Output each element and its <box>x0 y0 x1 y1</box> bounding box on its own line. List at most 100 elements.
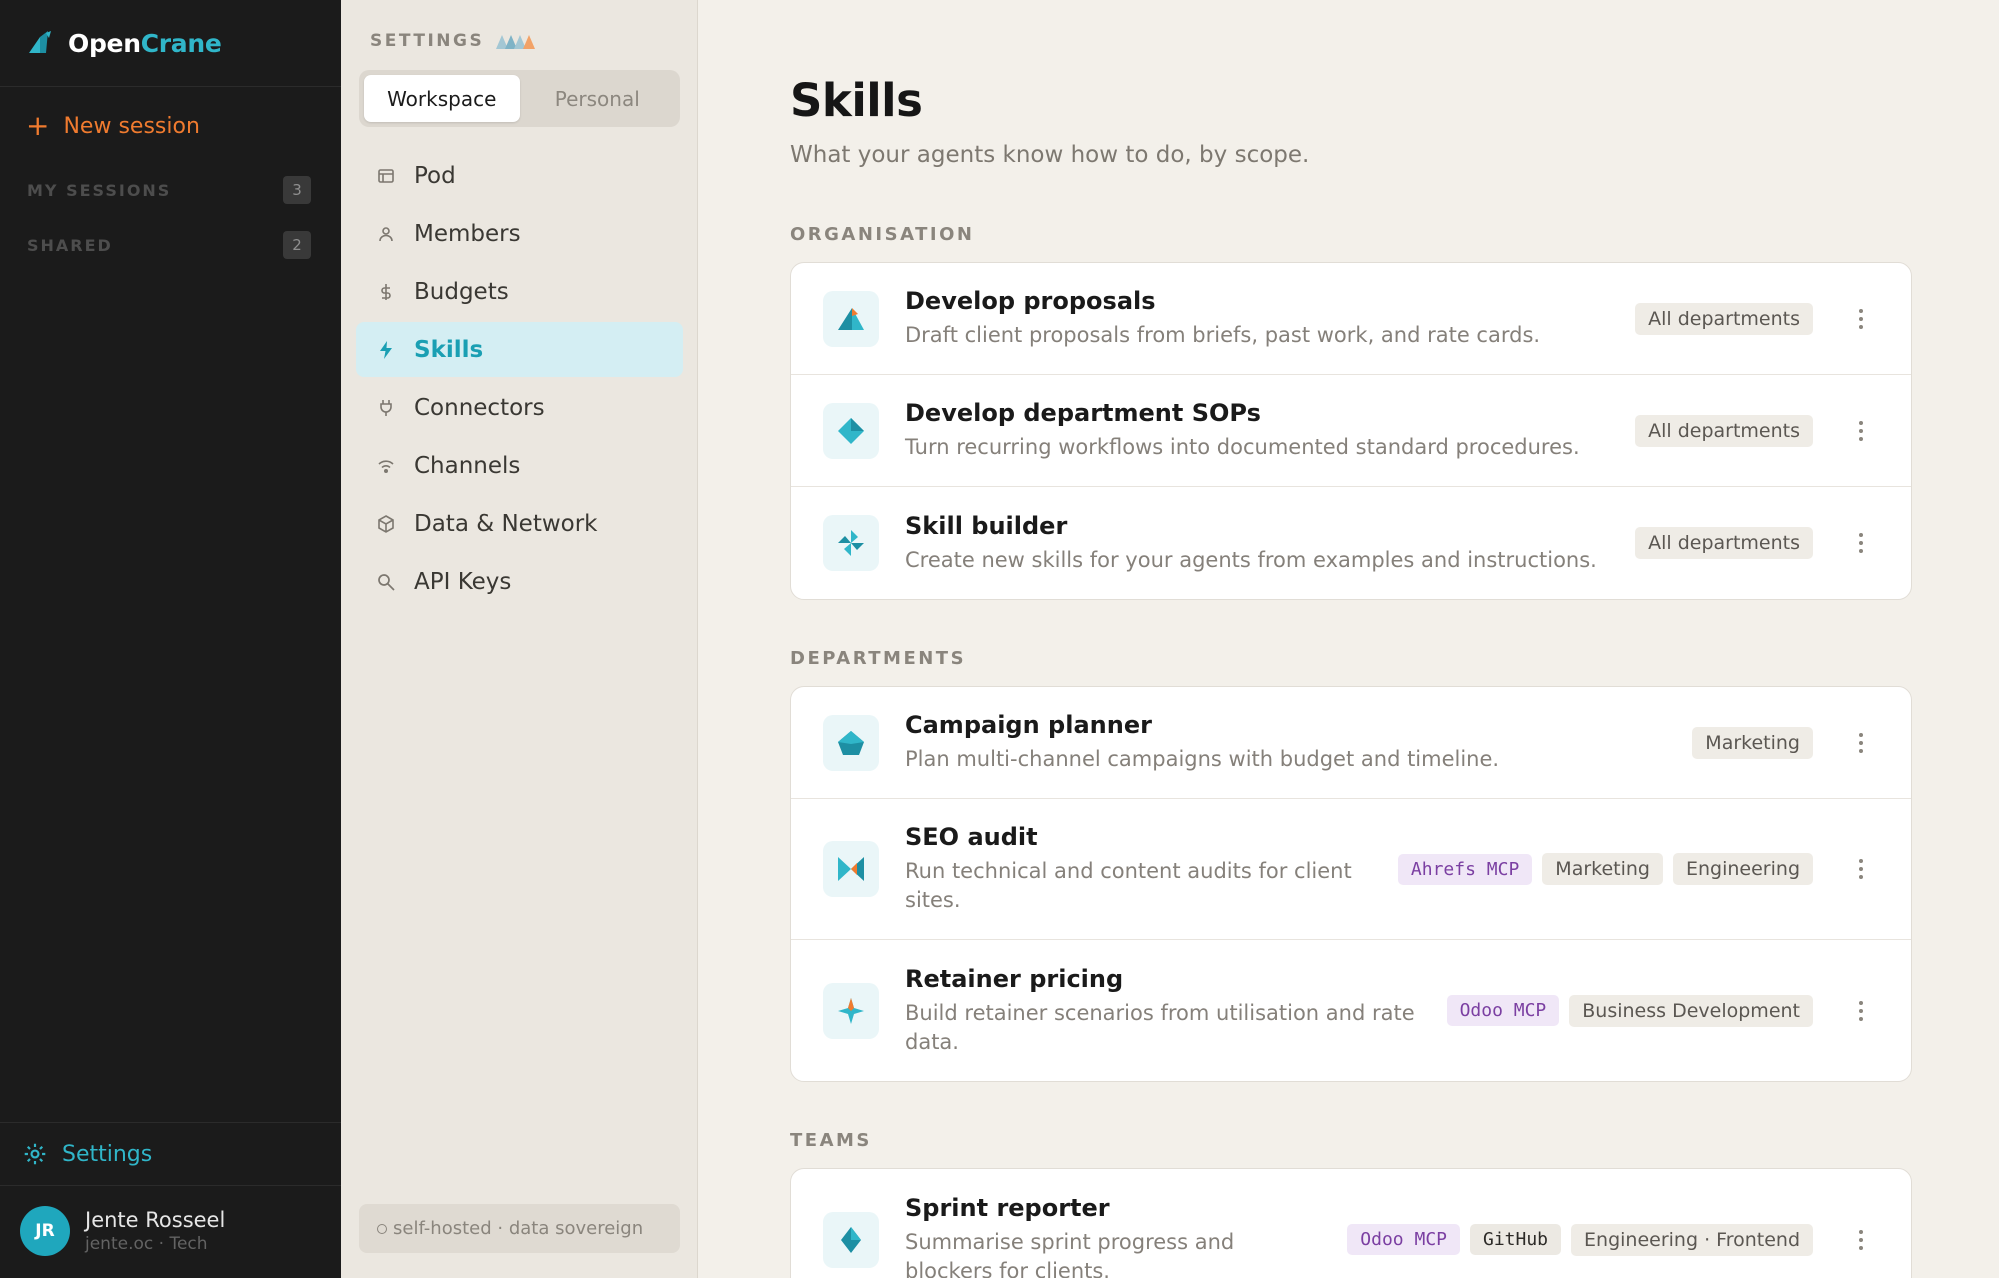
sparkle-icon <box>823 982 879 1039</box>
skill-name: SEO audit <box>905 823 1038 851</box>
brand[interactable]: OpenCrane <box>0 0 341 87</box>
scope-tag: All departments <box>1635 414 1813 447</box>
mountains-icon <box>496 35 536 49</box>
skill-row[interactable]: Develop department SOPs Turn recurring w… <box>791 375 1911 487</box>
skill-description: Build retainer scenarios from utilisatio… <box>905 1000 1415 1054</box>
skills-card-departments: Campaign planner Plan multi-channel camp… <box>790 686 1912 1082</box>
more-options-icon[interactable] <box>1851 732 1871 753</box>
deployment-badge-text: self-hosted · data sovereign <box>393 1218 644 1239</box>
toggle-personal[interactable]: Personal <box>520 75 676 122</box>
skill-description: Create new skills for your agents from e… <box>905 547 1597 572</box>
scope-tag: All departments <box>1635 302 1813 335</box>
page-title: Skills <box>790 74 923 127</box>
globe-icon <box>377 1223 387 1234</box>
scope-tag: Marketing <box>1692 726 1813 759</box>
scope-toggle: Workspace Personal <box>359 70 680 127</box>
nav-label: Channels <box>414 452 521 479</box>
user-subtitle: jente.oc · Tech <box>85 1234 208 1254</box>
tool-tag: GitHub <box>1470 1224 1562 1255</box>
pentagon-icon <box>823 714 879 771</box>
person-icon <box>376 226 396 242</box>
sidebar-settings-link[interactable]: Settings <box>0 1122 341 1186</box>
mcp-tag: Odoo MCP <box>1446 995 1560 1026</box>
skills-card-organisation: Develop proposals Draft client proposals… <box>790 262 1912 600</box>
bowtie-icon <box>823 841 879 897</box>
cube-icon <box>376 514 396 533</box>
skill-row[interactable]: SEO audit Run technical and content audi… <box>791 799 1911 940</box>
skill-description: Summarise sprint progress and blockers f… <box>905 1229 1235 1278</box>
nav-item-budgets[interactable]: Budgets <box>356 264 683 319</box>
page-subtitle: What your agents know how to do, by scop… <box>790 142 1310 168</box>
budget-icon <box>376 283 396 301</box>
section-name: SHARED <box>27 235 113 255</box>
mcp-tag: Ahrefs MCP <box>1397 853 1533 885</box>
settings-panel: SETTINGS Workspace Personal Pod Members <box>341 0 698 1278</box>
settings-heading-label: SETTINGS <box>370 31 485 51</box>
skill-name: Sprint reporter <box>905 1193 1110 1222</box>
nav-label: Data & Network <box>414 510 598 537</box>
more-options-icon[interactable] <box>1851 420 1871 441</box>
gem-icon <box>823 1211 879 1268</box>
nav-item-data-network[interactable]: Data & Network <box>356 496 683 551</box>
skill-name: Campaign planner <box>905 711 1152 739</box>
skill-row[interactable]: Retainer pricing Build retainer scenario… <box>791 940 1911 1081</box>
more-options-icon[interactable] <box>1851 533 1871 553</box>
new-session-label: New session <box>63 113 200 139</box>
lightning-icon <box>376 340 396 359</box>
mcp-tag: Odoo MCP <box>1347 1224 1460 1255</box>
app-sidebar: OpenCrane + New session MY SESSIONS 3 SH… <box>0 0 341 1278</box>
nav-item-skills[interactable]: Skills <box>356 322 683 377</box>
nav-item-pod[interactable]: Pod <box>356 148 683 203</box>
pinwheel-icon <box>823 515 879 571</box>
nav-item-channels[interactable]: Channels <box>356 438 683 493</box>
new-session-button[interactable]: + New session <box>26 112 200 140</box>
brand-name: OpenCrane <box>68 28 222 58</box>
user-name: Jente Rosseel <box>85 1208 226 1232</box>
group-label-departments: DEPARTMENTS <box>790 648 967 669</box>
more-options-icon[interactable] <box>1851 308 1871 329</box>
scope-tag: Business Development <box>1569 994 1813 1027</box>
more-options-icon[interactable] <box>1851 1229 1871 1250</box>
wifi-icon <box>376 459 396 473</box>
deployment-badge: self-hosted · data sovereign <box>359 1204 680 1253</box>
nav-item-api-keys[interactable]: API Keys <box>356 554 683 609</box>
skill-description: Run technical and content audits for cli… <box>905 859 1352 912</box>
pod-icon <box>376 168 396 183</box>
key-icon <box>376 573 396 591</box>
user-profile[interactable]: JR Jente Rosseel jente.oc · Tech <box>20 1206 225 1256</box>
skill-name: Retainer pricing <box>905 964 1124 993</box>
settings-nav: Pod Members Budgets Skills Connectors Ch… <box>356 148 683 612</box>
scope-tag: All departments <box>1635 527 1813 559</box>
scope-tag: Engineering · Frontend <box>1571 1223 1813 1256</box>
settings-label: Settings <box>62 1141 153 1167</box>
skills-card-teams: Sprint reporter Summarise sprint progres… <box>790 1168 1912 1278</box>
section-my-sessions[interactable]: MY SESSIONS 3 <box>27 176 311 204</box>
mountain-icon <box>823 290 879 347</box>
skill-row[interactable]: Develop proposals Draft client proposals… <box>791 263 1911 375</box>
skill-description: Plan multi-channel campaigns with budget… <box>905 747 1500 771</box>
section-name: MY SESSIONS <box>27 180 172 200</box>
section-count-badge: 2 <box>283 231 311 259</box>
toggle-workspace[interactable]: Workspace <box>364 75 520 122</box>
gear-icon <box>24 1143 46 1165</box>
opencrane-logo-icon <box>29 31 51 53</box>
avatar: JR <box>20 1206 70 1256</box>
settings-heading: SETTINGS <box>370 31 542 51</box>
skill-row[interactable]: Sprint reporter Summarise sprint progres… <box>791 1169 1911 1278</box>
skill-description: Turn recurring workflows into documented… <box>905 435 1580 459</box>
plug-icon <box>376 399 396 417</box>
nav-item-members[interactable]: Members <box>356 206 683 261</box>
more-options-icon[interactable] <box>1851 1000 1871 1021</box>
skill-description: Draft client proposals from briefs, past… <box>905 323 1541 347</box>
skill-row[interactable]: Skill builder Create new skills for your… <box>791 487 1911 599</box>
scope-tag: Marketing <box>1542 853 1663 885</box>
nav-item-connectors[interactable]: Connectors <box>356 380 683 435</box>
skill-name: Develop proposals <box>905 287 1156 315</box>
skill-name: Skill builder <box>905 511 1068 540</box>
skill-name: Develop department SOPs <box>905 399 1261 427</box>
plus-icon: + <box>26 109 50 142</box>
scope-tag: Engineering <box>1673 853 1813 885</box>
section-shared[interactable]: SHARED 2 <box>27 231 311 259</box>
more-options-icon[interactable] <box>1851 859 1871 879</box>
skill-row[interactable]: Campaign planner Plan multi-channel camp… <box>791 687 1911 799</box>
